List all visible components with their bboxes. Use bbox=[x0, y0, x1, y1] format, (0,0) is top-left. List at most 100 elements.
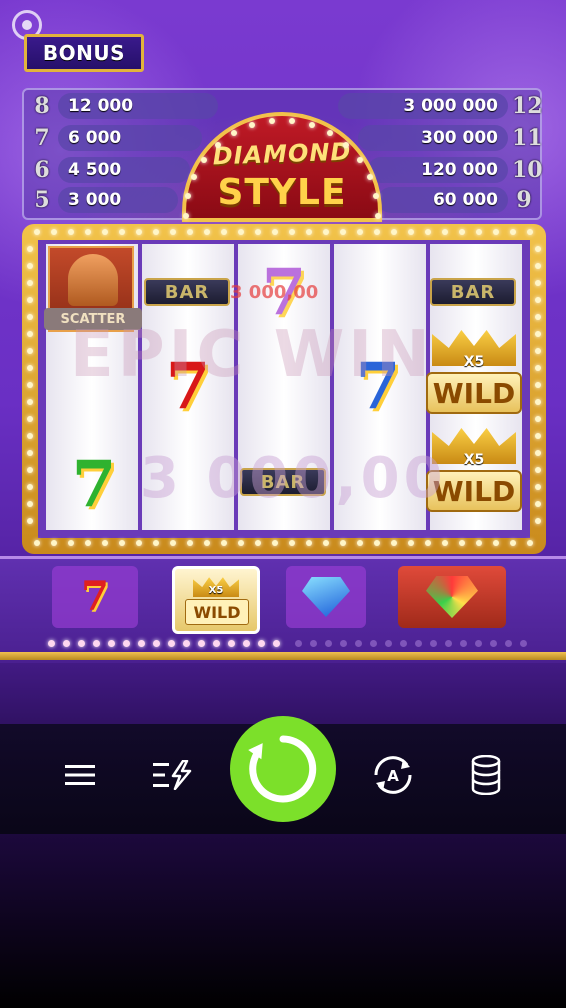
frame-bulb bbox=[272, 229, 278, 235]
turbo-lines-icon bbox=[153, 760, 192, 790]
bonus-button[interactable]: BONUS bbox=[24, 34, 144, 72]
frame-bulb bbox=[255, 540, 261, 546]
frame-bulb bbox=[535, 501, 541, 507]
jackpot-amount: 4 500 bbox=[58, 157, 190, 183]
frame-bulb bbox=[34, 540, 40, 546]
frame-bulb bbox=[27, 501, 33, 507]
turbo-button[interactable] bbox=[150, 752, 196, 798]
frame-bulb bbox=[535, 263, 541, 269]
jackpot-row-7: 7 6 000 bbox=[30, 125, 206, 151]
wild-icon: X5 WILD bbox=[181, 573, 251, 627]
jackpot-row-9: 60 000 9 bbox=[374, 187, 536, 213]
tray-bulb bbox=[430, 640, 437, 647]
frame-bulb bbox=[289, 117, 296, 124]
autoplay-button[interactable]: A bbox=[370, 752, 416, 798]
frame-bulb bbox=[357, 229, 363, 235]
menu-button[interactable] bbox=[57, 752, 103, 798]
jackpot-count: 11 bbox=[512, 125, 543, 151]
wild-multiplier: X5 bbox=[463, 354, 485, 370]
tray-bulb bbox=[385, 640, 392, 647]
frame-bulb bbox=[255, 229, 261, 235]
frame-bulb bbox=[535, 331, 541, 337]
bet-button[interactable] bbox=[463, 752, 509, 798]
seven-icon: 7 bbox=[81, 573, 109, 620]
tray-bulb bbox=[78, 640, 85, 647]
jackpot-amount: 120 000 bbox=[368, 157, 508, 183]
frame-bulb bbox=[27, 450, 33, 456]
frame-bulb bbox=[527, 229, 533, 235]
seven-symbol-green: 7 bbox=[71, 447, 117, 522]
frame-bulb bbox=[535, 297, 541, 303]
frame-bulb bbox=[170, 229, 176, 235]
jackpot-amount: 6 000 bbox=[58, 125, 202, 151]
frame-bulb bbox=[535, 484, 541, 490]
frame-bulb bbox=[374, 540, 380, 546]
tray-bulb bbox=[370, 640, 377, 647]
spin-button[interactable] bbox=[230, 716, 336, 822]
frame-bulb bbox=[372, 193, 379, 200]
tray-edge bbox=[0, 652, 566, 660]
frame-bulb bbox=[323, 540, 329, 546]
frame-bulb bbox=[535, 399, 541, 405]
bar-symbol: BAR bbox=[144, 278, 230, 306]
tray-bulb bbox=[273, 640, 280, 647]
frame-bulb bbox=[343, 141, 350, 148]
jackpot-row-5: 5 3 000 bbox=[30, 187, 182, 213]
tray-bulb bbox=[198, 640, 205, 647]
frame-bulb bbox=[459, 229, 465, 235]
frame-bulb bbox=[510, 229, 516, 235]
coin-stack-icon bbox=[471, 755, 501, 795]
frame-bulb bbox=[68, 229, 74, 235]
tray-bulb bbox=[475, 640, 482, 647]
wild-label: WILD bbox=[185, 599, 249, 625]
frame-bulb bbox=[27, 382, 33, 388]
jackpot-row-6: 6 4 500 bbox=[30, 157, 194, 183]
frame-bulb bbox=[425, 229, 431, 235]
tray-bulb bbox=[460, 640, 467, 647]
frame-bulb bbox=[204, 540, 210, 546]
frame-bulb bbox=[272, 540, 278, 546]
frame-bulb bbox=[102, 229, 108, 235]
tray-bulb bbox=[243, 640, 250, 647]
frame-bulb bbox=[535, 348, 541, 354]
jackpot-amount: 12 000 bbox=[58, 93, 218, 119]
tray-bulb bbox=[168, 640, 175, 647]
frame-bulb bbox=[535, 314, 541, 320]
frame-bulb bbox=[391, 540, 397, 546]
frame-bulb bbox=[201, 156, 208, 163]
tray-bulb bbox=[505, 640, 512, 647]
frame-bulb bbox=[153, 540, 159, 546]
frame-bulb bbox=[27, 348, 33, 354]
frame-bulb bbox=[153, 229, 159, 235]
frame-bulb bbox=[27, 399, 33, 405]
frame-bulb bbox=[27, 467, 33, 473]
tray-bulb bbox=[490, 640, 497, 647]
tray-tile-wild: X5 WILD bbox=[172, 566, 260, 634]
jackpot-count: 8 bbox=[34, 93, 50, 119]
frame-bulb bbox=[289, 229, 295, 235]
frame-bulb bbox=[510, 540, 516, 546]
frame-bulb bbox=[535, 416, 541, 422]
jackpot-count: 7 bbox=[34, 125, 50, 151]
frame-bulb bbox=[238, 540, 244, 546]
jackpot-row-8: 8 12 000 bbox=[30, 93, 222, 119]
frame-bulb bbox=[136, 540, 142, 546]
tray-bulb bbox=[415, 640, 422, 647]
jackpot-count: 5 bbox=[34, 187, 50, 213]
frame-bulb bbox=[27, 518, 33, 524]
frame-bulb bbox=[68, 540, 74, 546]
tray-bulb bbox=[400, 640, 407, 647]
tray-bulb bbox=[355, 640, 362, 647]
frame-bulb bbox=[356, 156, 363, 163]
frame-bulb bbox=[170, 540, 176, 546]
frame-bulb bbox=[27, 416, 33, 422]
frame-bulb bbox=[27, 484, 33, 490]
tray-bulb bbox=[310, 640, 317, 647]
frame-bulb bbox=[476, 229, 482, 235]
frame-bulb bbox=[27, 246, 33, 252]
tray-bulb bbox=[213, 640, 220, 647]
frame-bulb bbox=[27, 331, 33, 337]
spin-refresh-icon bbox=[248, 735, 317, 803]
tray-tile-diamond bbox=[286, 566, 366, 628]
frame-bulb bbox=[408, 540, 414, 546]
